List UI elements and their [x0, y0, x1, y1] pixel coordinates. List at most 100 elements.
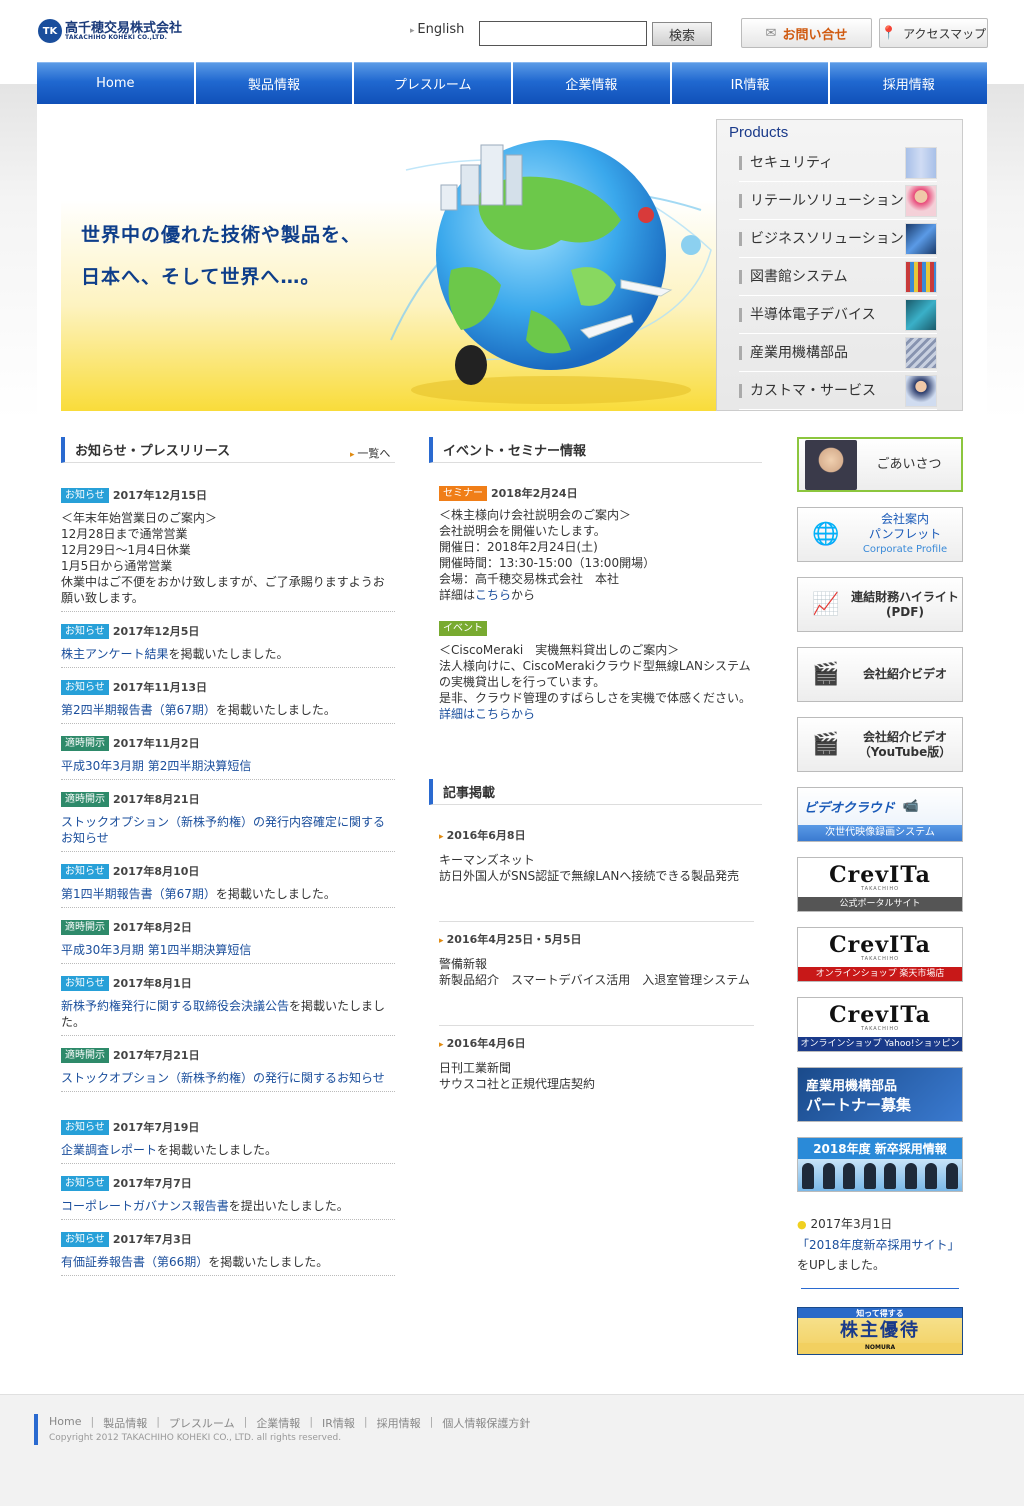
news-link[interactable]: 企業調査レポート — [61, 1143, 157, 1157]
shareholder-benefit-banner[interactable]: 知って得する 株主優待 NOMURA — [797, 1307, 963, 1355]
news-item: 適時開示 2017年8月2日 平成30年3月期 第1四半期決算短信 — [61, 919, 395, 964]
company-video-banner[interactable]: 🎬 会社紹介ビデオ — [797, 647, 963, 702]
video-cloud-banner[interactable]: ビデオクラウド 📹 次世代映像録画システム — [797, 787, 963, 842]
news-date: 2017年8月21日 — [113, 793, 200, 806]
product-customer-service[interactable]: カストマ・サービス — [739, 373, 937, 410]
contact-label: お問い合せ — [782, 27, 848, 43]
crevita-logo: CrevITa — [829, 861, 931, 888]
products-title: Products — [729, 124, 789, 141]
nav-home[interactable]: Home — [37, 62, 194, 104]
news-item: 適時開示 2017年8月21日 ストックオプション（新株予約権）の発行内容確定に関… — [61, 791, 395, 852]
logo-japanese: 高千穂交易株式会社 — [65, 20, 183, 36]
product-label: リテールソリューション — [739, 194, 904, 208]
crevita-logo: CrevITa — [829, 931, 931, 958]
disclosure-badge: 適時開示 — [61, 1047, 109, 1063]
footer-link-privacy[interactable]: 個人情報保護方針 — [442, 1415, 530, 1431]
footer-link-home[interactable]: Home — [49, 1415, 81, 1431]
news-item: お知らせ 2017年7月3日 有価証券報告書（第66期）を掲載いたしました。 — [61, 1231, 395, 1276]
greeting-banner[interactable]: ごあいさつ — [797, 437, 963, 492]
crevita-rakuten-banner[interactable]: CrevITa TAKACHIHO オンラインショップ 楽天市場店 — [797, 927, 963, 982]
news-tail: を掲載いたしました。 — [215, 887, 336, 901]
news-link[interactable]: 第1四半期報告書（第67期） — [61, 887, 216, 901]
news-link[interactable]: コーポレートガバナンス報告書 — [61, 1199, 229, 1213]
video-yt-line1: 会社紹介ビデオ — [862, 729, 947, 744]
main-nav: Home 製品情報 プレスルーム 企業情報 IR情報 採用情報 — [37, 62, 988, 104]
event-post-link: から — [511, 588, 536, 602]
financial-highlight-banner[interactable]: 📈 連結財務ハイライト (PDF) — [797, 577, 963, 632]
product-retail[interactable]: リテールソリューション — [739, 183, 937, 220]
product-industrial[interactable]: 産業用機構部品 — [739, 335, 937, 372]
disclosure-badge: 適時開示 — [61, 735, 109, 751]
event-detail-link[interactable]: 詳細はこちらから — [439, 707, 535, 721]
news-list-link[interactable]: 一覧へ — [350, 445, 390, 461]
crevita-portal-banner[interactable]: CrevITa TAKACHIHO 公式ポータルサイト — [797, 857, 963, 912]
company-video-youtube-banner[interactable]: 🎬 会社紹介ビデオ （YouTube版） — [797, 717, 963, 772]
footer-link-pressroom[interactable]: プレスルーム — [169, 1415, 235, 1431]
brochure-line1: 会社案内 — [880, 512, 929, 526]
news-link[interactable]: ストックオプション（新株予約権）の発行内容確定に関するお知らせ — [61, 815, 385, 845]
products-menu: Products セキュリティ リテールソリューション ビジネスソリューション … — [716, 119, 963, 411]
people-illustration — [798, 1160, 962, 1191]
envelope-icon: ✉ — [765, 25, 777, 41]
event-text: ＜株主様向け会社説明会のご案内＞ 会社説明会を開催いたします。 開催日：2018… — [439, 508, 656, 586]
crevita-small: TAKACHIHO — [860, 1025, 900, 1032]
access-map-button[interactable]: 📍 アクセスマップ — [879, 18, 988, 48]
news-link[interactable]: 新株予約権発行に関する取締役会決議公告 — [61, 999, 289, 1013]
search-button[interactable]: 検索 — [652, 22, 712, 46]
product-label: 半導体電子デバイス — [739, 308, 876, 322]
nav-products[interactable]: 製品情報 — [195, 62, 353, 104]
hero-tagline-line1: 世界中の優れた技術や製品を、 — [81, 224, 362, 246]
disclosure-badge: 適時開示 — [61, 919, 109, 935]
product-semiconductor[interactable]: 半導体電子デバイス — [739, 297, 937, 334]
event-date: 2018年2月24日 — [491, 487, 578, 500]
news-date: 2017年8月1日 — [112, 977, 192, 990]
crevita-small: TAKACHIHO — [860, 885, 900, 892]
video-cloud-title: ビデオクラウド — [804, 800, 895, 816]
news-link[interactable]: 株主アンケート結果 — [61, 647, 169, 661]
yutai-bottom: NOMURA — [798, 1343, 962, 1352]
events-section-heading: イベント・セミナー情報 — [429, 437, 762, 463]
news-link[interactable]: 第2四半期報告書（第67期） — [61, 703, 216, 717]
footer-link-company[interactable]: 企業情報 — [256, 1415, 300, 1431]
event-detail-link[interactable]: こちら — [475, 588, 511, 602]
semiconductor-thumb-icon — [905, 299, 937, 331]
brochure-english: Corporate Profile — [862, 544, 948, 555]
footer-link-recruit[interactable]: 採用情報 — [377, 1415, 421, 1431]
news-link[interactable]: 平成30年3月期 第1四半期決算短信 — [61, 943, 251, 957]
nav-company[interactable]: 企業情報 — [513, 62, 670, 104]
news-date: 2017年8月2日 — [113, 921, 192, 934]
crevita-yahoo-banner[interactable]: CrevITaTAKACHIHO オンラインショップ Yahoo!ショッピング店 — [797, 997, 963, 1052]
nav-ir[interactable]: IR情報 — [671, 62, 829, 104]
new-graduate-recruit-banner[interactable]: 2018年度 新卒採用情報 — [797, 1137, 963, 1192]
notice-badge: お知らせ — [61, 1231, 109, 1247]
search-input[interactable] — [479, 21, 647, 46]
news-date: 2017年11月13日 — [112, 681, 208, 694]
footer-link-products[interactable]: 製品情報 — [103, 1415, 147, 1431]
seminar-badge: セミナー — [439, 485, 487, 501]
financial-line2: (PDF) — [886, 604, 924, 619]
english-link[interactable]: English — [410, 22, 464, 37]
product-library[interactable]: 図書館システム — [739, 259, 937, 296]
product-business[interactable]: ビジネスソリューション — [739, 221, 937, 258]
notice-badge: お知らせ — [61, 863, 109, 879]
footer-links: Home | 製品情報 | プレスルーム | 企業情報 | IR情報 | 採用情報 | 個人… — [49, 1415, 531, 1431]
news-link[interactable]: 平成30年3月期 第2四半期決算短信 — [61, 759, 251, 773]
contact-button[interactable]: ✉ お問い合せ — [741, 18, 872, 48]
article-divider — [439, 921, 754, 922]
footer-link-ir[interactable]: IR情報 — [322, 1415, 355, 1431]
chart-icon: 📈 — [812, 592, 840, 617]
nav-pressroom[interactable]: プレスルーム — [354, 62, 512, 104]
partner-recruit-banner[interactable]: 産業用機構部品 パートナー募集 — [797, 1067, 963, 1122]
brochure-banner[interactable]: 🌐 会社案内 パンフレット Corporate Profile — [797, 507, 963, 562]
greeting-label: ごあいさつ — [876, 457, 942, 472]
recruit-site-link[interactable]: 「2018年度新卒採用サイト」 — [797, 1238, 960, 1252]
news-tail: を提出いたしました。 — [228, 1199, 349, 1213]
notice-badge: お知らせ — [61, 1175, 109, 1191]
article-date: 2016年4月25日・5月5日 — [439, 933, 582, 946]
footer — [0, 1394, 1024, 1506]
product-security[interactable]: セキュリティ — [739, 145, 937, 182]
nav-recruit[interactable]: 採用情報 — [830, 62, 988, 104]
news-link[interactable]: ストックオプション（新株予約権）の発行に関するお知らせ — [61, 1071, 385, 1085]
company-logo[interactable]: TK 高千穂交易株式会社 TAKACHIHO KOHEKI CO.,LTD. — [38, 18, 208, 44]
news-link[interactable]: 有価証券報告書（第66期） — [61, 1255, 208, 1269]
